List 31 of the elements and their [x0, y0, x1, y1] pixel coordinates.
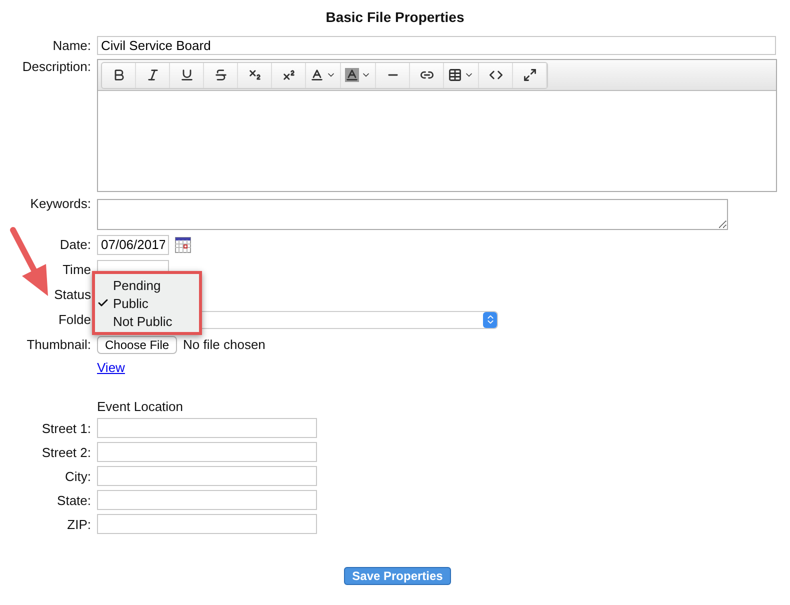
field-label: Street 2: — [42, 444, 91, 460]
file-status: No file chosen — [183, 337, 266, 352]
address-field[interactable] — [97, 418, 317, 438]
name-field[interactable]: Civil Service Board — [97, 36, 776, 54]
annotation-arrow — [8, 226, 50, 298]
field-label: State: — [57, 492, 91, 508]
menu-option[interactable]: Public — [95, 294, 199, 312]
field-label: Thumbnail: — [26, 337, 91, 352]
menu-option[interactable]: Not Public — [95, 312, 199, 330]
date-field[interactable]: 07/06/2017 — [97, 234, 169, 254]
view-link[interactable]: View — [97, 360, 125, 374]
page-title: Basic File Properties — [324, 8, 466, 27]
field-label: Keywords: — [30, 195, 91, 211]
address-field[interactable] — [97, 466, 317, 486]
field-label: Folde — [58, 312, 91, 327]
field-label: Time — [62, 262, 91, 277]
field-label: Date: — [60, 237, 91, 252]
field-label: ZIP: — [67, 516, 91, 532]
address-field[interactable] — [97, 514, 317, 534]
field-label: Name: — [52, 38, 91, 52]
field-label: Status — [54, 287, 91, 302]
address-field[interactable] — [97, 490, 317, 510]
keywords-field[interactable] — [97, 198, 728, 230]
field-label: Description: — [22, 58, 91, 74]
choose-file-button[interactable]: Choose File — [97, 336, 178, 354]
menu-option[interactable]: Pending — [95, 276, 199, 294]
calendar-icon[interactable] — [175, 236, 191, 252]
address-field[interactable] — [97, 442, 317, 462]
field-label: City: — [65, 468, 91, 484]
section-heading: Event Location — [97, 398, 184, 414]
field-label: Street 1: — [42, 420, 91, 436]
